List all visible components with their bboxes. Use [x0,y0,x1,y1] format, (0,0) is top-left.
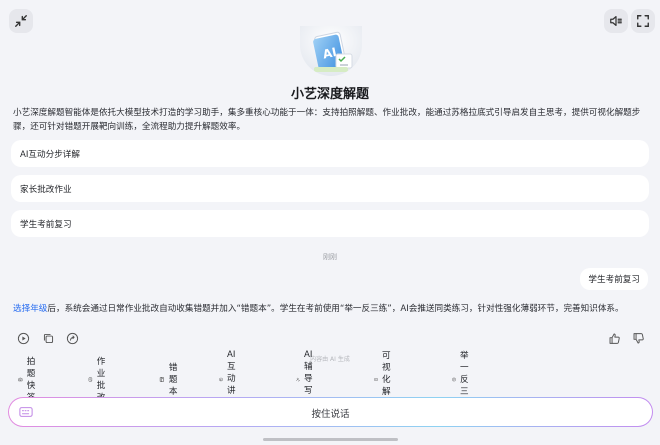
speaker-icon [610,16,622,26]
hold-to-talk-label: 按住说话 [311,409,350,420]
ai-tutor-icon: AI [219,377,223,381]
chip-label: 错题本 [168,363,178,397]
answer-text: 后，系统会通过日常作业批改自动收集错题并加入“错题本”。学生在考前使用“举一反三… [47,304,624,314]
chip-ai-writing[interactable]: AI辅导写作 [296,350,320,408]
dislike-button[interactable] [629,329,647,347]
suggestion-label: AI互动分步详解 [20,149,80,160]
chip-homework-check[interactable]: 作业批改 [88,357,112,403]
message-timestamp: 刚刚 [323,253,337,261]
suggestion-card[interactable]: 学生考前复习 [11,210,649,237]
speaker-button[interactable] [604,9,628,33]
collapse-button[interactable] [9,9,33,33]
like-button[interactable] [605,329,623,347]
video-icon [374,377,378,381]
chip-label: 拍题快答 [26,357,36,403]
share-icon [66,332,78,344]
select-grade-link[interactable]: 选择年级 [13,304,47,314]
chip-label: 作业批改 [96,357,106,403]
homework-icon [88,377,93,381]
camera-icon [18,377,23,381]
suggestion-card[interactable]: AI互动分步详解 [11,140,649,167]
home-indicator[interactable] [263,438,398,441]
play-icon [17,332,29,344]
user-message-bubble: 学生考前复习 [580,268,648,290]
play-button[interactable] [14,329,32,347]
assistant-answer: 选择年级后，系统会通过日常作业批改自动收集错题并加入“错题本”。学生在考前使用“… [13,303,653,316]
chip-visual-solve[interactable]: 可视化解题 [374,351,398,409]
agent-description: 小艺深度解题智能体是依托大模型技术打造的学习助手，集多重核心功能于一体：支持拍照… [13,108,641,132]
chip-mistake-book[interactable]: 错题本 [159,363,183,397]
svg-text:AI: AI [322,45,338,62]
agent-avatar: AI [300,26,362,76]
thumbs-down-icon [633,332,644,343]
fullscreen-icon [637,15,649,27]
agent-title: 小艺深度解题 [290,87,369,102]
suggestion-label: 家长批改作业 [20,184,72,195]
suggestion-card[interactable]: 家长批改作业 [11,175,649,202]
chip-ai-explain[interactable]: AI AI互动讲解 [219,350,243,408]
chip-practice[interactable]: 举一反三练 [452,351,476,409]
hold-to-talk-bar[interactable]: 按住说话 [8,397,653,427]
share-button[interactable] [63,329,81,347]
chip-photo-answer[interactable]: 拍题快答 [18,357,42,403]
notebook-icon [159,376,164,382]
fullscreen-button[interactable] [631,9,655,33]
copy-button[interactable] [39,329,57,347]
collapse-icon [15,15,27,27]
thumbs-up-icon [609,333,620,344]
writing-icon [296,377,300,381]
practice-icon [452,377,456,381]
copy-icon [43,333,53,343]
suggestion-label: 学生考前复习 [20,219,72,230]
